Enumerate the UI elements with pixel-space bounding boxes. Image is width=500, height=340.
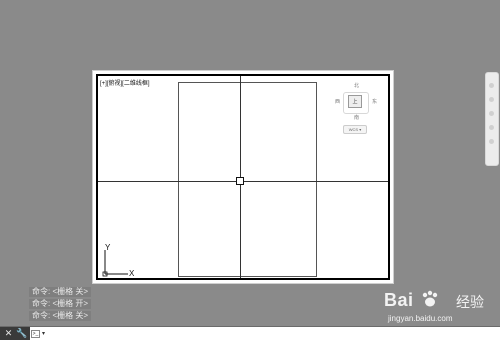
nav-pan-icon[interactable] [489,97,494,102]
viewcube[interactable]: 北 西 东 南 上 WCS ▾ [334,82,380,138]
viewcube-north[interactable]: 北 [354,82,359,89]
watermark-url: jingyan.baidu.com [388,314,453,323]
ucs-icon: Y X [102,243,136,278]
command-bar-tools: ✕ 🔧 [0,327,30,340]
cursor-pickbox [236,177,244,185]
nav-steering-wheel-icon[interactable] [489,83,494,88]
drawing-rectangle [178,82,317,277]
wcs-menu[interactable]: WCS ▾ [343,125,367,134]
watermark-brand: Bai [384,290,414,310]
baidu-jingyan-watermark: Bai 经验 jingyan.baidu.com [384,286,496,330]
command-history-line: 命令: <栅格 关> [29,311,92,321]
watermark-cn: 经验 [456,294,484,310]
viewport-controls-label[interactable]: [+][俯视][二维线框] [100,78,150,87]
ucs-y-label: Y [105,243,111,252]
viewcube-south[interactable]: 南 [354,114,359,121]
command-history-line: 命令: <栅格 关> [29,287,92,297]
paw-icon [420,290,440,308]
viewcube-top-face[interactable]: 上 [348,95,362,108]
command-history-line: 命令: <栅格 开> [29,299,92,309]
ucs-x-label: X [129,269,135,278]
command-input-area[interactable]: >_ ▾ [31,328,208,339]
chevron-down-icon[interactable]: ▾ [42,330,45,337]
command-input[interactable] [47,328,208,339]
close-icon[interactable]: ✕ [3,328,14,339]
command-prompt-icon[interactable]: >_ [31,329,40,338]
viewcube-west[interactable]: 西 [335,98,340,105]
layout-sheet[interactable]: [+][俯视][二维线框] Y X 北 西 东 南 上 WCS ▾ [92,70,394,284]
nav-orbit-icon[interactable] [489,125,494,130]
wrench-icon[interactable]: 🔧 [16,328,27,339]
viewcube-east[interactable]: 东 [372,98,377,105]
nav-showmotion-icon[interactable] [489,139,494,144]
model-viewport[interactable]: [+][俯视][二维线框] Y X 北 西 东 南 上 WCS ▾ [96,74,390,280]
nav-zoom-icon[interactable] [489,111,494,116]
command-history: 命令: <栅格 关> 命令: <栅格 开> 命令: <栅格 关> [29,287,92,323]
navigation-bar[interactable] [485,72,499,166]
